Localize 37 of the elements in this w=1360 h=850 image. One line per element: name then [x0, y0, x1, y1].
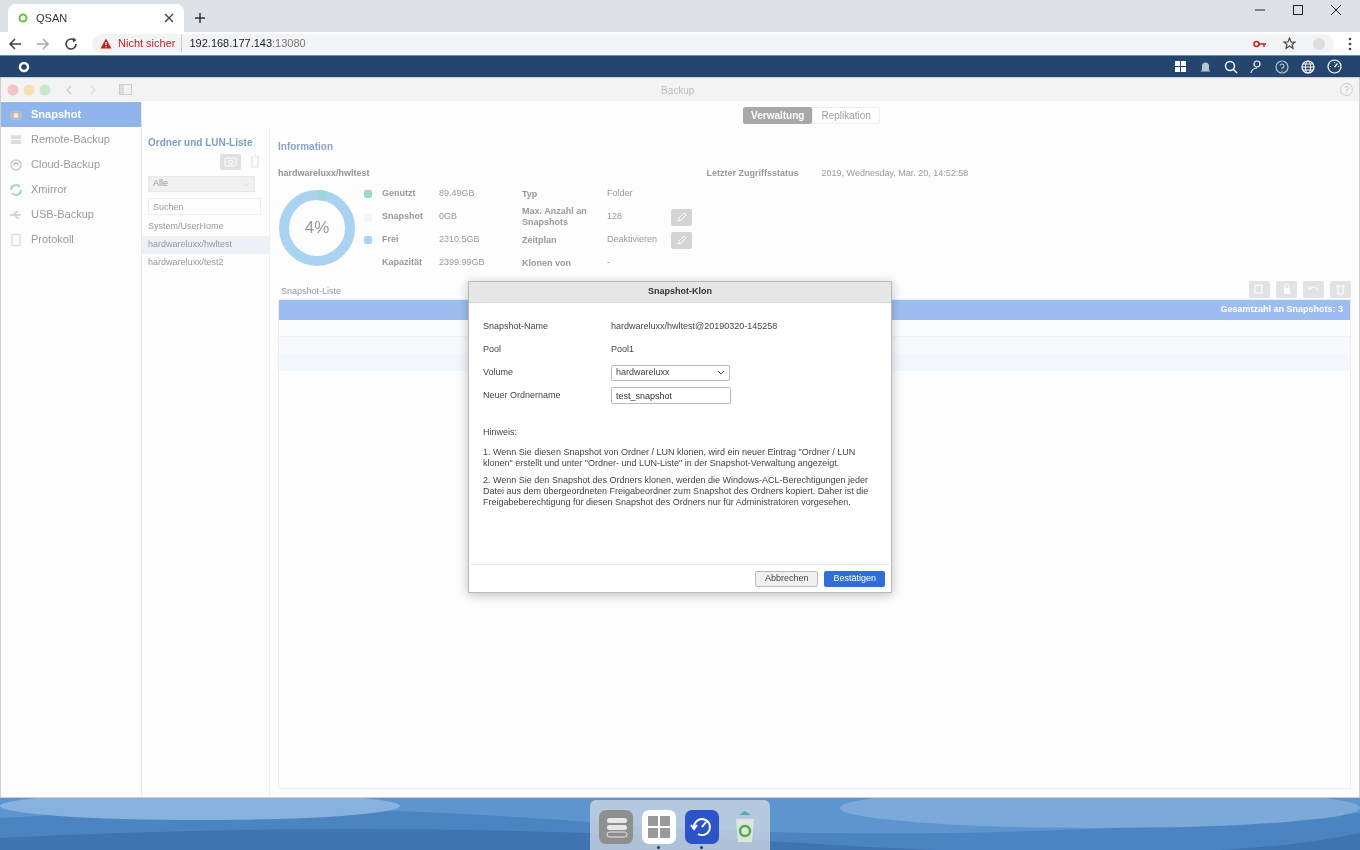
- field-value: Pool1: [611, 342, 635, 356]
- field-label: Snapshot-Name: [483, 319, 550, 333]
- field-value: 2310.5GB: [439, 233, 481, 247]
- field-label: Typ: [522, 188, 539, 200]
- url-text: 192.168.177.143:13080: [181, 35, 306, 52]
- field-value: Deaktivieren: [607, 233, 659, 247]
- field-value: 0GB: [439, 210, 458, 224]
- field-label: Letzter Zugriffsstatus: [706, 167, 799, 180]
- section-title: Information: [278, 140, 334, 154]
- field-label: Zeitplan: [522, 234, 558, 246]
- tab-title: QSAN: [36, 10, 69, 26]
- section-title: Snapshot-Liste: [281, 285, 342, 298]
- row-count: Gesamtzahl an Snapshots: 3: [1220, 302, 1343, 316]
- field-label: Klonen von: [522, 257, 572, 269]
- field-value: 2399.99GB: [439, 256, 486, 270]
- volume-name: hardwareluxx/hwltest: [278, 167, 370, 180]
- panel-title: Ordner und LUN-Liste: [148, 136, 254, 150]
- field-value: 2019, Wednesday, Mar. 20, 14:52:58: [821, 167, 969, 180]
- field-label: Pool: [483, 342, 502, 356]
- note-text: 2. Wenn Sie den Snapshot des Ordners klonen, werden die Windows-ACL-Berechtigungen jeder Datei aus dem übergeordneten Freigabeordner zum Snapshot des Ordners kopiert. Daher ist die Freigabeberechtigung für diesen Snapshot des Ordners nur für Administratoren vorgesehen.: [483, 474, 870, 508]
- field-value: 128: [607, 210, 624, 224]
- field-label: Neuer Ordnername: [483, 388, 562, 402]
- field-label: Snapshot: [382, 210, 424, 224]
- field-label: Genutzt: [382, 187, 417, 201]
- field-value: hardwareluxx/hwltest@20190320-145258: [611, 319, 778, 333]
- field-label: Frei: [382, 233, 400, 247]
- field-label: Kapazität: [382, 256, 423, 270]
- field-label: Volume: [483, 365, 515, 379]
- field-value: Folder: [607, 187, 634, 201]
- note-title: Hinweis:: [483, 426, 518, 439]
- dialog-title: Snapshot-Klon: [469, 282, 891, 303]
- security-warning: Nicht sicher: [118, 36, 176, 52]
- note-text: 1. Wenn Sie diesen Snapshot von Ordner / LUN klonen, wird ein neuer Eintrag "Ordner / LUN klonen" erstellt und unter "Ordner- und LUN-Liste" in der Snapshot-Verwaltung angezeigt.: [483, 446, 857, 469]
- field-value: 89.49GB: [439, 187, 476, 201]
- usage-percent: 4%: [303, 217, 331, 238]
- field-label: Max. Anzahl an Snapshots: [522, 206, 588, 228]
- field-value: -: [607, 256, 611, 270]
